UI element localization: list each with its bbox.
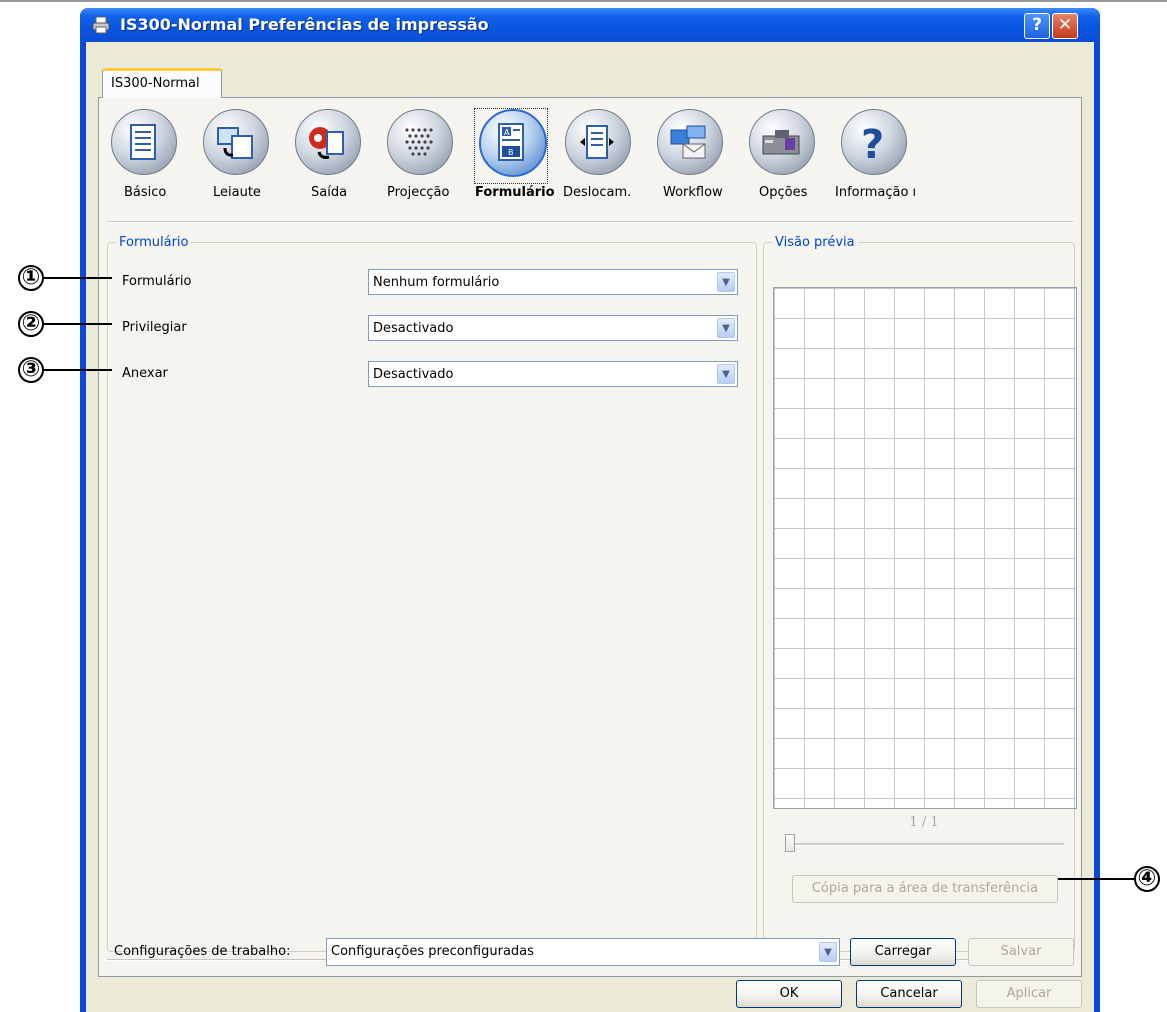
svg-text:?: ? xyxy=(861,122,884,162)
job-settings-value: Configurações preconfiguradas xyxy=(331,944,534,959)
category-workflow[interactable] xyxy=(653,109,725,183)
document-icon xyxy=(130,124,156,160)
callout-2-leader xyxy=(44,323,112,325)
apply-button[interactable]: Aplicar xyxy=(976,980,1082,1008)
workflow-icon xyxy=(670,125,706,159)
category-label-saida: Saída xyxy=(311,185,348,200)
help-icon: ? xyxy=(861,122,884,162)
anexar-label: Anexar xyxy=(122,366,168,381)
category-basico[interactable] xyxy=(107,109,179,183)
chevron-down-icon[interactable]: ▼ xyxy=(717,272,735,292)
cancel-button[interactable]: Cancelar xyxy=(856,980,962,1008)
callout-1: ① xyxy=(18,265,44,291)
preview-groupbox: Visão prévia 1 / 1 Cópia para a área de … xyxy=(763,235,1077,952)
form-select[interactable]: Nenhum formulário ▼ xyxy=(368,269,738,295)
category-label-projeccao: Projecção xyxy=(387,185,450,200)
svg-text:B: B xyxy=(508,148,514,157)
privilegiar-select-value: Desactivado xyxy=(373,321,454,336)
job-settings-select[interactable]: Configurações preconfiguradas ▼ xyxy=(326,938,840,966)
layout-icon xyxy=(217,127,253,159)
category-label-formulario: Formulário xyxy=(475,185,555,200)
chevron-down-icon[interactable]: ▼ xyxy=(819,942,837,962)
callout-4: ④ xyxy=(1134,866,1160,892)
callout-3: ③ xyxy=(18,357,44,383)
page-indicator: 1 / 1 xyxy=(909,815,939,830)
dialog-client-area: IS300-Normal Básico Leiaute Saída Projec… xyxy=(86,42,1094,1012)
ok-button[interactable]: OK xyxy=(736,980,842,1008)
category-label-leiaute: Leiaute xyxy=(213,185,261,200)
preview-grid xyxy=(773,287,1077,809)
category-label-workflow: Workflow xyxy=(663,185,723,200)
tab-panel: Básico Leiaute Saída Projecção A B Formu… xyxy=(98,97,1082,977)
form-group-title: Formulário xyxy=(116,235,192,250)
options-icon xyxy=(762,130,800,155)
category-label-opcoes: Opções xyxy=(759,185,808,200)
category-saida[interactable] xyxy=(291,109,363,183)
callout-2: ② xyxy=(18,311,44,337)
form-select-value: Nenhum formulário xyxy=(373,275,500,290)
form-groupbox: Formulário Formulário Nenhum formulário … xyxy=(107,235,757,952)
title-bar[interactable]: IS300-Normal Preferências de impressão ?… xyxy=(80,8,1100,42)
load-button[interactable]: Carregar xyxy=(850,938,956,966)
chevron-down-icon[interactable]: ▼ xyxy=(717,318,735,338)
category-formulario[interactable]: A B xyxy=(474,108,548,184)
copy-to-clipboard-button[interactable]: Cópia para a área de transferência xyxy=(792,875,1058,903)
svg-text:A: A xyxy=(504,128,510,137)
job-settings-label: Configurações de trabalho: xyxy=(114,944,291,959)
tab-is300-normal[interactable]: IS300-Normal xyxy=(102,68,222,98)
printer-icon xyxy=(92,16,110,34)
callout-4-leader xyxy=(1058,878,1134,880)
privilegiar-select[interactable]: Desactivado ▼ xyxy=(368,315,738,341)
anexar-select[interactable]: Desactivado ▼ xyxy=(368,361,738,387)
privilegiar-label: Privilegiar xyxy=(122,320,187,335)
print-preferences-dialog: IS300-Normal Preferências de impressão ?… xyxy=(80,8,1100,1012)
halftone-icon xyxy=(405,128,433,156)
page-slider-track[interactable] xyxy=(788,843,1064,846)
save-button[interactable]: Salvar xyxy=(968,938,1074,966)
page-slider-thumb[interactable] xyxy=(785,834,795,852)
category-label-informacao: Informação ı xyxy=(835,185,917,200)
help-button[interactable]: ? xyxy=(1024,13,1050,39)
preview-group-title: Visão prévia xyxy=(772,235,858,250)
category-leiaute[interactable] xyxy=(199,109,271,183)
anexar-select-value: Desactivado xyxy=(373,367,454,382)
category-opcoes[interactable] xyxy=(745,109,817,183)
top-divider-line xyxy=(0,0,1167,2)
category-projeccao[interactable] xyxy=(383,109,455,183)
category-deslocam[interactable] xyxy=(561,109,633,183)
form-label: Formulário xyxy=(122,274,192,289)
icon-row-separator xyxy=(107,221,1073,223)
category-label-deslocam: Deslocam. xyxy=(563,185,632,200)
category-label-basico: Básico xyxy=(124,185,167,200)
shift-icon xyxy=(580,125,614,159)
callout-1-leader xyxy=(44,277,112,279)
output-icon xyxy=(309,127,344,159)
callout-3-leader xyxy=(44,369,112,371)
chevron-down-icon[interactable]: ▼ xyxy=(717,364,735,384)
window-title: IS300-Normal Preferências de impressão xyxy=(120,15,489,34)
close-button[interactable]: ✕ xyxy=(1052,13,1078,39)
form-icon: A B xyxy=(498,123,524,161)
tab-label: IS300-Normal xyxy=(111,76,200,91)
category-informacao[interactable]: ? xyxy=(837,109,909,183)
